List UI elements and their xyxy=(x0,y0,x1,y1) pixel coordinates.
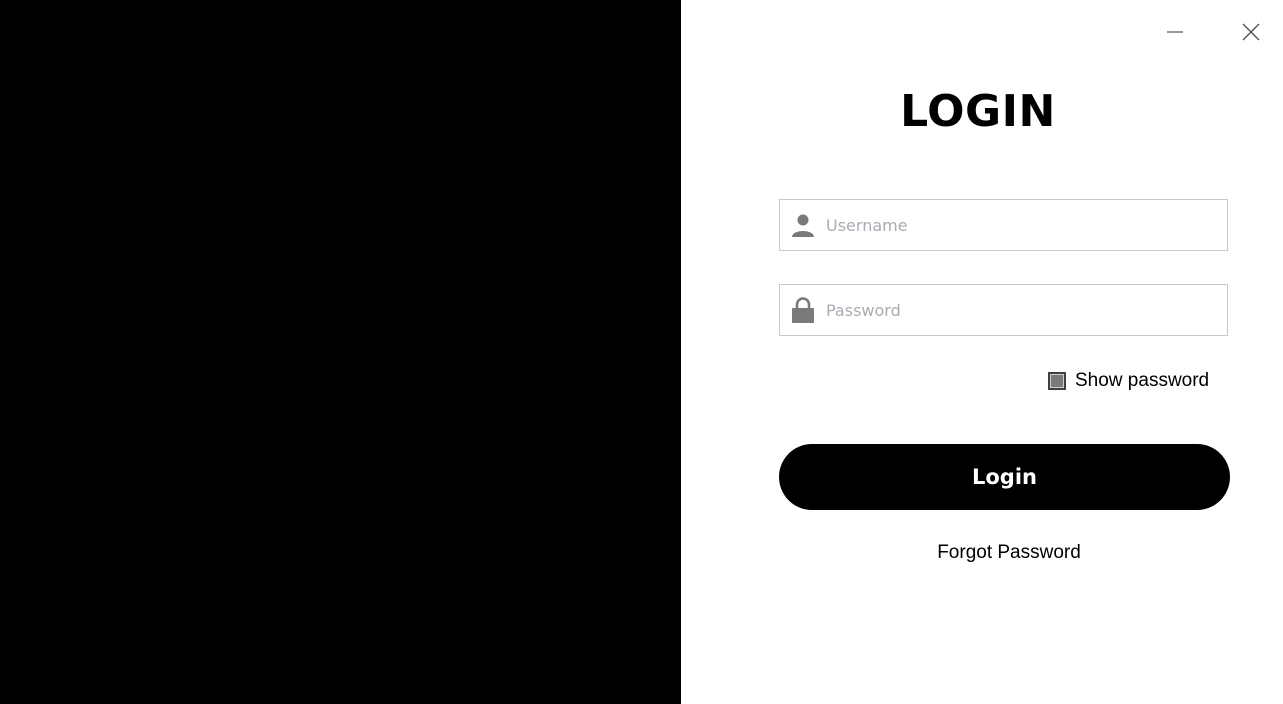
user-icon xyxy=(780,199,826,251)
minimize-icon xyxy=(1167,31,1183,33)
username-input[interactable] xyxy=(826,205,1227,245)
show-password-toggle[interactable]: Show password xyxy=(1048,369,1209,393)
page-title: LOGIN xyxy=(900,86,1056,137)
forgot-password-link[interactable]: Forgot Password xyxy=(779,542,1239,564)
username-field[interactable] xyxy=(779,199,1228,251)
login-window: LOGIN Show password Login xyxy=(0,0,1283,704)
right-panel: LOGIN Show password Login xyxy=(681,0,1283,704)
lock-icon xyxy=(780,284,826,336)
password-input[interactable] xyxy=(826,290,1227,330)
close-icon xyxy=(1242,23,1260,41)
show-password-label: Show password xyxy=(1075,370,1210,391)
login-button[interactable]: Login xyxy=(779,444,1230,510)
minimize-button[interactable] xyxy=(1157,14,1193,50)
password-field[interactable] xyxy=(779,284,1228,336)
close-button[interactable] xyxy=(1233,14,1269,50)
show-password-checkbox[interactable] xyxy=(1048,372,1066,390)
left-panel xyxy=(0,0,681,704)
